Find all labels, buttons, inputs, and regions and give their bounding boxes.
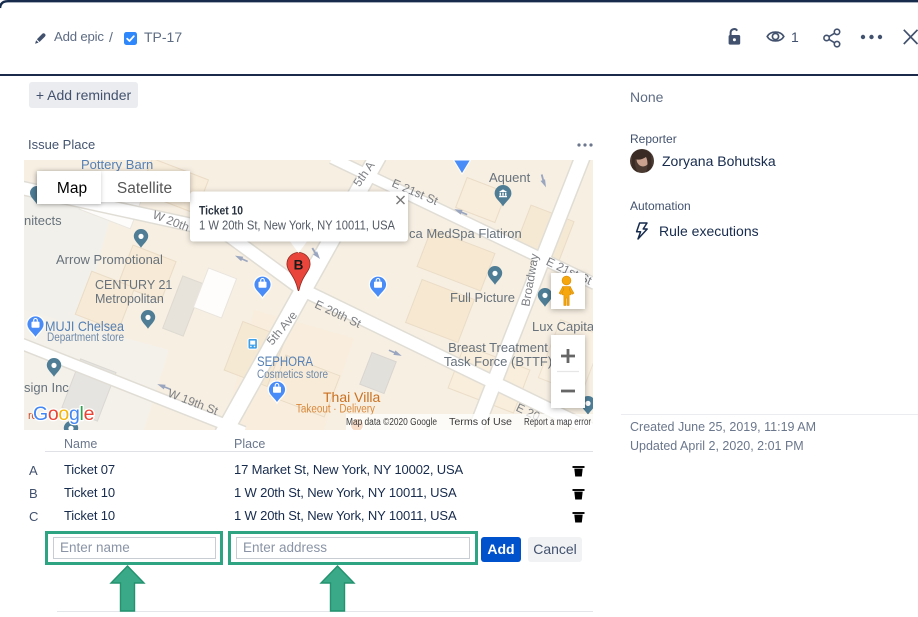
svg-text:Metropolitan: Metropolitan (95, 292, 164, 306)
svg-text:Map data ©2020 Google: Map data ©2020 Google (346, 417, 437, 428)
svg-text:Aquent: Aquent (489, 170, 531, 185)
svg-text:Task Force (BTTF): Task Force (BTTF) (444, 354, 552, 369)
svg-text:B: B (294, 258, 304, 273)
svg-text:CENTURY 21: CENTURY 21 (95, 278, 172, 292)
svg-text:Takeout · Delivery: Takeout · Delivery (296, 404, 375, 416)
svg-text:Satellite: Satellite (117, 180, 172, 197)
svg-text:Ticket 10: Ticket 10 (199, 204, 243, 218)
svg-text:Arrow Promotional: Arrow Promotional (56, 252, 163, 267)
svg-text:Breast Treatment: Breast Treatment (448, 340, 548, 355)
svg-text:1 W 20th St, New York, NY 1001: 1 W 20th St, New York, NY 10011, USA (199, 218, 395, 233)
svg-text:Pottery Barn: Pottery Barn (81, 160, 153, 172)
svg-text:SEPHORA: SEPHORA (257, 354, 313, 369)
svg-text:nitects: nitects (24, 213, 62, 228)
svg-text:Terms of Use: Terms of Use (449, 417, 512, 428)
svg-text:ca MedSpa Flatiron: ca MedSpa Flatiron (409, 226, 522, 241)
svg-text:Report a map error: Report a map error (524, 417, 592, 428)
svg-text:Map: Map (57, 180, 87, 197)
svg-text:Department store: Department store (47, 332, 124, 344)
svg-text:Lux Capital: Lux Capital (532, 319, 593, 334)
svg-text:sign Inc: sign Inc (24, 380, 69, 395)
svg-text:Google: Google (33, 403, 94, 425)
svg-text:Cosmetics store: Cosmetics store (257, 369, 328, 381)
svg-text:Full Picture: Full Picture (450, 290, 515, 305)
